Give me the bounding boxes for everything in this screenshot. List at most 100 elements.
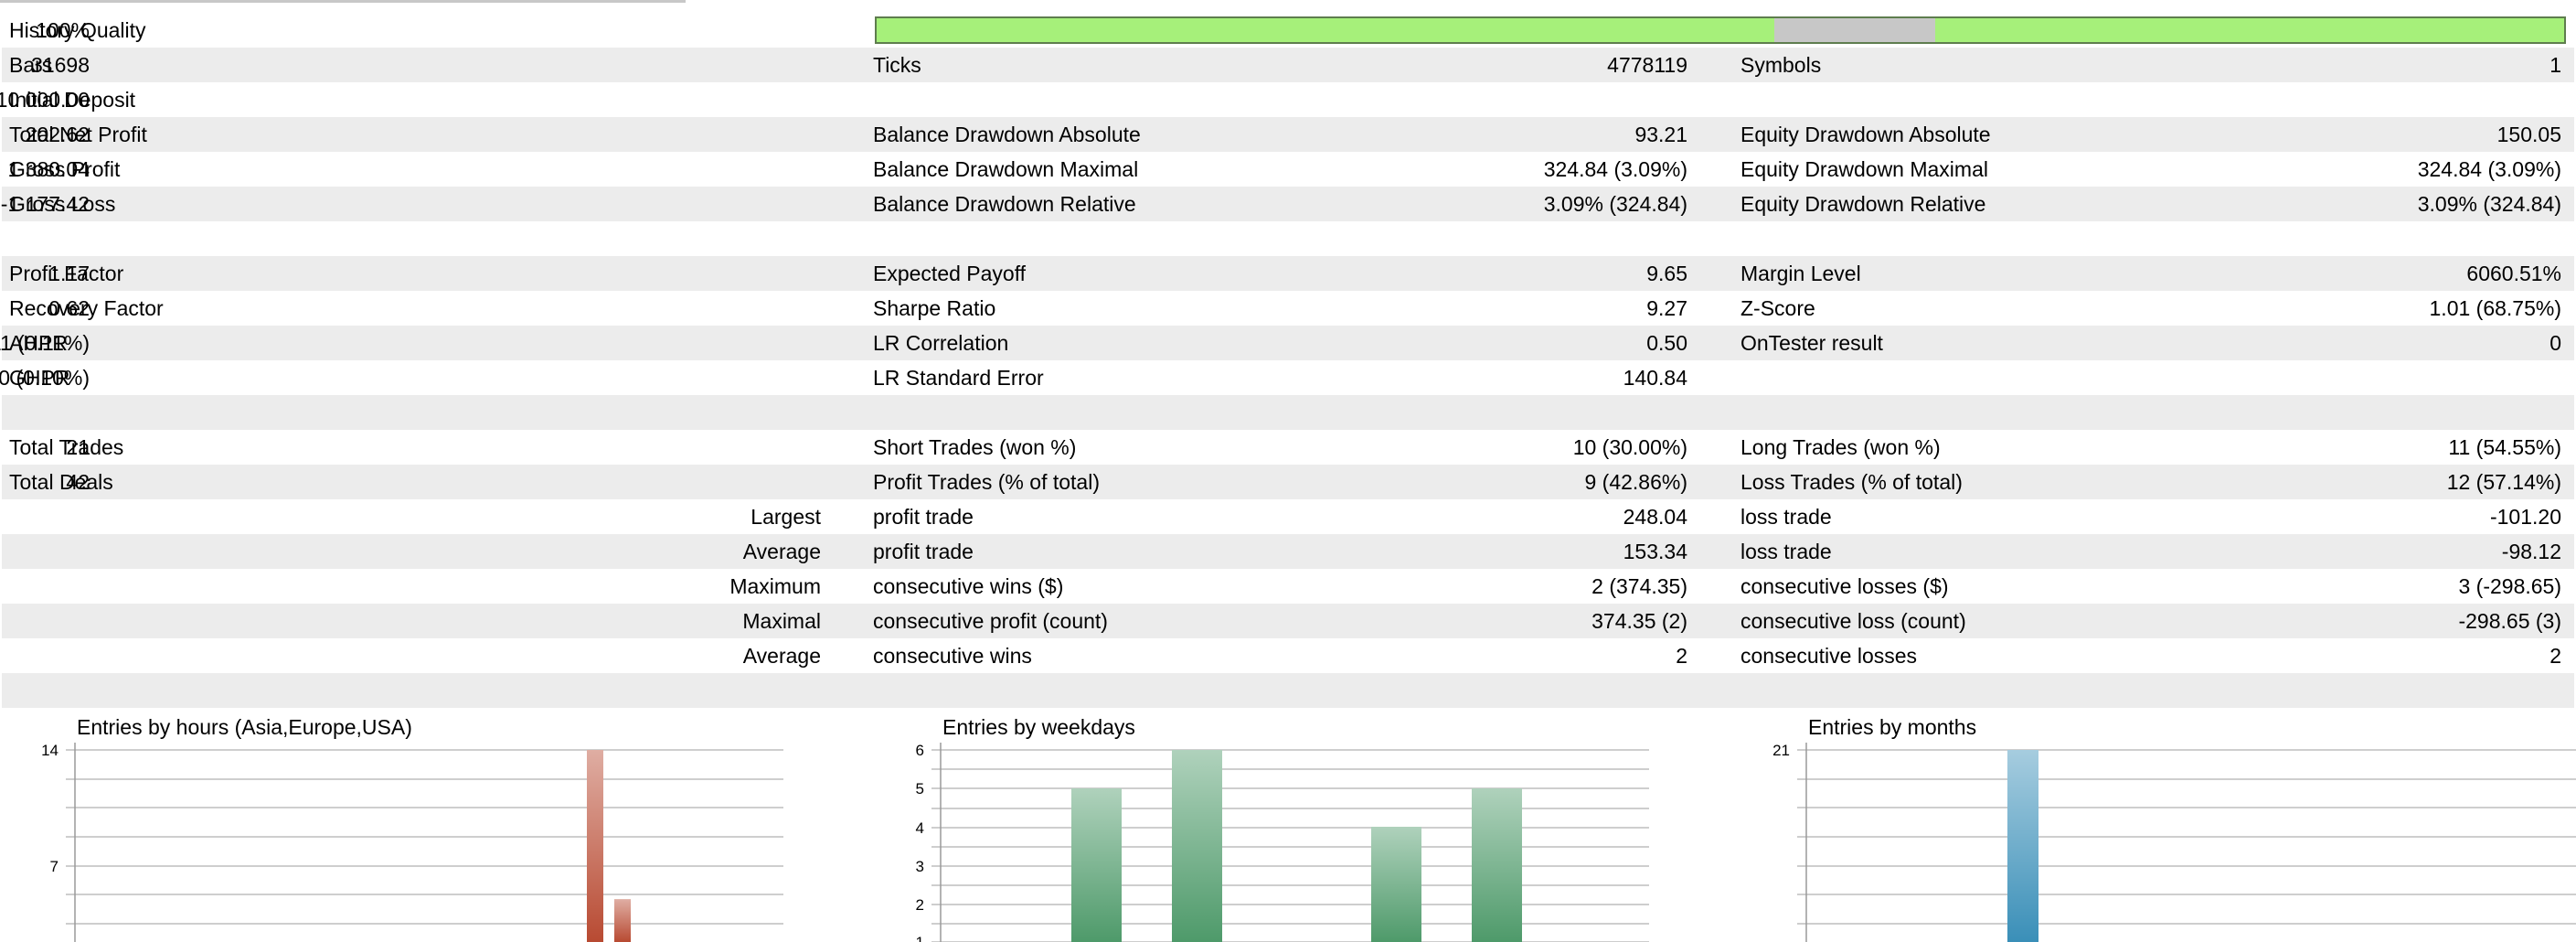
report-spacer-row (2, 395, 2574, 430)
chart-3: Entries by months 21 (1731, 706, 2576, 942)
stat-value-col1: 21 (66, 435, 90, 459)
stat-label-col2: profit trade (873, 505, 974, 529)
stat-label-col3: Loss Trades (% of total) (1740, 470, 1963, 494)
chart-bar-shine (614, 899, 631, 942)
stat-label-col2: consecutive wins ($) (873, 574, 1064, 598)
report-spacer-row (2, 673, 2574, 708)
stat-label-col3: Z-Score (1740, 296, 1815, 320)
report-row: GHPR1.0010 (0.10%)LR Standard Error140.8… (0, 360, 2574, 395)
stat-value-col1: 202.62 (25, 123, 90, 146)
stat-value-col1: Maximal (742, 609, 821, 633)
stat-value-col2: 2 (1676, 644, 1687, 668)
chart-bar-shine (1071, 788, 1122, 942)
stat-value-col3: 3 (-298.65) (2458, 574, 2561, 598)
stat-value-col2: 153.34 (1623, 540, 1687, 563)
y-tick-label: 4 (916, 819, 924, 837)
chart-2: Entries by weekdays654321 (866, 706, 1658, 942)
chart-bar-shine (1371, 827, 1421, 942)
stat-label-col3: consecutive losses (1740, 644, 1918, 668)
stat-value-col3: 12 (57.14%) (2446, 470, 2561, 494)
report-spacer-row (2, 221, 2574, 256)
y-tick-label: 5 (916, 780, 924, 797)
report-row: Largest profit trade 248.04 loss trade -101.… (2, 499, 2574, 534)
stat-value-col3: 6060.51% (2466, 262, 2561, 285)
stat-value-col2: 4778119 (1607, 53, 1687, 77)
y-tick-label: 21 (1772, 742, 1790, 759)
report-row: Average consecutive wins 2 consecutive loss… (2, 638, 2574, 673)
stat-value-col2: 9.65 (1646, 262, 1687, 285)
stat-label-col2: consecutive wins (873, 644, 1032, 668)
stat-label-col3: Equity Drawdown Absolute (1740, 123, 1991, 146)
stat-value-col1: 100% (36, 18, 90, 42)
report-row: Maximal consecutive profit (count) 374.35 … (2, 604, 2574, 638)
stat-label-col3: Equity Drawdown Maximal (1740, 157, 1988, 181)
stat-label-col2: LR Correlation (873, 331, 1009, 355)
chart-svg: 6 5 4 3 2 1 (916, 742, 1649, 942)
history-quality-bar (875, 16, 2566, 44)
stat-value-col2: 324.84 (3.09%) (1543, 157, 1687, 181)
stat-value-col3: 0 (2549, 331, 2561, 355)
chart-svg: 21 (1772, 742, 2576, 942)
stat-value-col1: 1.17 (48, 262, 90, 285)
stat-value-col3: 150.05 (2496, 123, 2561, 146)
report-row: Total Deals 42 Profit Trades (% of total) 9… (2, 465, 2574, 499)
stat-value-col1: 10 000.00 (0, 88, 90, 112)
stat-value-col3: 2 (2549, 644, 2561, 668)
stat-label-col2: Ticks (873, 53, 921, 77)
stat-value-col1: 31698 (31, 53, 90, 77)
chart-bar-shine (587, 750, 603, 942)
stat-value-col2: 2 (374.35) (1591, 574, 1687, 598)
stat-label-col3: loss trade (1740, 505, 1832, 529)
report-row: AHPR1.0011 (0.11%)LR Correlation0.50OnTe… (0, 326, 2574, 360)
stat-value-col2: 248.04 (1623, 505, 1687, 529)
stat-value-col1: Average (742, 540, 821, 563)
stat-value-col1: -1 177.42 (0, 192, 90, 216)
stat-label-col1: Total Deals (9, 470, 113, 494)
window-top-edge (0, 0, 686, 3)
chart-bar-shine (2007, 750, 2038, 942)
stat-value-col3: -98.12 (2501, 540, 2561, 563)
y-tick-label: 14 (41, 742, 59, 759)
stat-label-col2: LR Standard Error (873, 366, 1044, 390)
report-row: Recovery Factor 0.62 Sharpe Ratio 9.27 Z-Sco… (2, 291, 2574, 326)
y-tick-label: 1 (916, 934, 924, 942)
stat-value-col3: -298.65 (3) (2458, 609, 2561, 633)
report-row: Total Trades 21 Short Trades (won %) 10 (30… (2, 430, 2574, 465)
stat-label-col2: Balance Drawdown Absolute (873, 123, 1141, 146)
stat-value-col1: 1 380.04 (7, 157, 90, 181)
stat-value-col2: 374.35 (2) (1591, 609, 1687, 633)
stat-value-col1: Largest (750, 505, 821, 529)
report-row: Bars 31698 Ticks 4778119 Symbols 1 (2, 48, 2574, 82)
report-row: History Quality 100% (2, 13, 2574, 48)
stat-value-col1: 1.0011 (0.11%) (0, 331, 90, 355)
stat-label-col2: Sharpe Ratio (873, 296, 996, 320)
report-row: Total Net Profit 202.62 Balance Drawdown A… (2, 117, 2574, 152)
stat-value-col2: 140.84 (1623, 366, 1687, 390)
stat-label-col3: OnTester result (1740, 331, 1883, 355)
stat-value-col3: 1.01 (68.75%) (2429, 296, 2561, 320)
y-tick-label: 7 (50, 858, 59, 875)
stat-value-col3: -101.20 (2489, 505, 2561, 529)
stat-value-col3: 1 (2549, 53, 2561, 77)
chart-svg: 14 7 (41, 742, 783, 942)
stat-value-col2: 10 (30.00%) (1572, 435, 1687, 459)
chart-bar-shine (1472, 788, 1522, 942)
report-row: Average profit trade 153.34 loss trade -98.1… (2, 534, 2574, 569)
y-tick-label: 6 (916, 742, 924, 759)
chart-bar-shine (1172, 750, 1222, 942)
stat-label-col3: Margin Level (1740, 262, 1861, 285)
stat-label-col3: loss trade (1740, 540, 1832, 563)
stat-label-col3: consecutive losses ($) (1740, 574, 1949, 598)
stat-value-col3: 11 (54.55%) (2448, 435, 2561, 459)
report-row: Gross Loss -1 177.42 Balance Drawdown Rela… (0, 187, 2574, 221)
report-row: Profit Factor 1.17 Expected Payoff 9.65 Marg… (2, 256, 2574, 291)
y-tick-label: 3 (916, 858, 924, 875)
stat-label-col3: consecutive loss (count) (1740, 609, 1966, 633)
stat-value-col1: 0.62 (48, 296, 90, 320)
stat-value-col1: Average (742, 644, 821, 668)
stat-label-col3: Equity Drawdown Relative (1740, 192, 1986, 216)
stat-value-col2: 0.50 (1646, 331, 1687, 355)
stat-label-col2: Balance Drawdown Relative (873, 192, 1136, 216)
report-row: Gross Profit 1 380.04 Balance Drawdown Max… (2, 152, 2574, 187)
stat-value-col1: Maximum (729, 574, 821, 598)
